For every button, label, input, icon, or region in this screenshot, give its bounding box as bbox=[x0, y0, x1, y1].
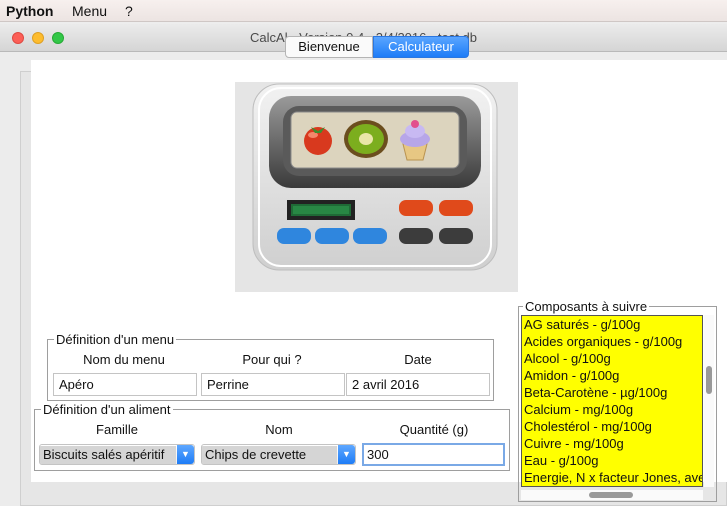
menubar-menu[interactable]: Menu bbox=[72, 3, 107, 19]
list-item[interactable]: Calcium - mg/100g bbox=[522, 401, 702, 418]
menu-who-label: Pour qui ? bbox=[242, 352, 302, 367]
food-definition-group: Définition d'un aliment Famille Nom Quan… bbox=[34, 402, 510, 471]
components-group: Composants à suivre AG saturés - g/100g … bbox=[518, 299, 717, 502]
components-list[interactable]: AG saturés - g/100g Acides organiques - … bbox=[521, 315, 703, 487]
vertical-scroll-thumb[interactable] bbox=[706, 366, 712, 394]
menu-name-field[interactable]: Apéro bbox=[53, 373, 197, 396]
list-item[interactable]: Acides organiques - g/100g bbox=[522, 333, 702, 350]
food-family-value: Biscuits salés apéritif bbox=[40, 446, 176, 464]
components-vertical-scrollbar[interactable] bbox=[704, 315, 714, 487]
menu-date-field[interactable]: 2 avril 2016 bbox=[346, 373, 490, 396]
tab-bienvenue[interactable]: Bienvenue bbox=[285, 36, 373, 58]
kiwi-icon bbox=[344, 120, 388, 158]
list-item[interactable]: AG saturés - g/100g bbox=[522, 316, 702, 333]
list-item[interactable]: Amidon - g/100g bbox=[522, 367, 702, 384]
menu-definition-legend: Définition d'un menu bbox=[54, 332, 177, 347]
list-item[interactable]: Beta-Carotène - µg/100g bbox=[522, 384, 702, 401]
food-family-select[interactable]: Biscuits salés apéritif ▼ bbox=[39, 444, 195, 465]
tab-calculateur[interactable]: Calculateur bbox=[373, 36, 469, 58]
menu-date-label: Date bbox=[404, 352, 432, 367]
list-item[interactable]: Energie, N x facteur Jones, avec fibres bbox=[522, 469, 702, 486]
list-item[interactable]: Cholestérol - mg/100g bbox=[522, 418, 702, 435]
list-item[interactable]: Cuivre - mg/100g bbox=[522, 435, 702, 452]
calculator-illustration bbox=[235, 82, 518, 292]
food-name-select[interactable]: Chips de crevette ▼ bbox=[201, 444, 356, 465]
chevron-down-icon[interactable]: ▼ bbox=[338, 445, 355, 464]
food-name-label: Nom bbox=[265, 422, 293, 437]
components-horizontal-scrollbar[interactable] bbox=[521, 490, 703, 500]
menubar-help[interactable]: ? bbox=[125, 3, 133, 19]
menu-definition-group: Définition d'un menu Nom du menu Pour qu… bbox=[47, 332, 494, 401]
list-item[interactable]: Eau - g/100g bbox=[522, 452, 702, 469]
components-legend: Composants à suivre bbox=[523, 299, 650, 314]
food-family-label: Famille bbox=[96, 422, 138, 437]
menu-name-label: Nom du menu bbox=[83, 352, 165, 367]
food-name-value: Chips de crevette bbox=[202, 446, 337, 464]
menubar: Python Menu ? bbox=[0, 0, 727, 22]
tab-bar: Bienvenue Calculateur bbox=[285, 36, 469, 58]
tomato-icon bbox=[304, 127, 332, 155]
menu-who-field[interactable]: Perrine bbox=[201, 373, 345, 396]
food-definition-legend: Définition d'un aliment bbox=[41, 402, 173, 417]
food-quantity-label: Quantité (g) bbox=[399, 422, 469, 437]
chevron-down-icon[interactable]: ▼ bbox=[177, 445, 194, 464]
food-quantity-field[interactable]: 300 bbox=[362, 443, 505, 466]
horizontal-scroll-thumb[interactable] bbox=[589, 492, 633, 498]
list-item[interactable]: Alcool - g/100g bbox=[522, 350, 702, 367]
menubar-app[interactable]: Python bbox=[6, 3, 53, 19]
